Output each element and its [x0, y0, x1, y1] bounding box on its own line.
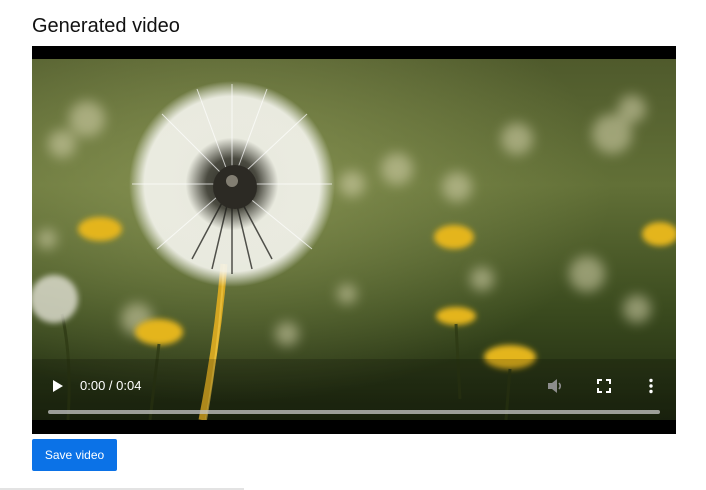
play-icon[interactable] [52, 380, 64, 392]
save-video-button[interactable]: Save video [32, 439, 117, 471]
progress-bar[interactable] [48, 410, 660, 414]
video-frame[interactable] [32, 59, 676, 420]
time-display: 0:00 / 0:04 [80, 378, 142, 393]
more-options-icon[interactable] [642, 377, 660, 395]
fullscreen-icon[interactable] [596, 378, 612, 394]
page-title: Generated video [32, 15, 180, 37]
volume-icon[interactable] [546, 377, 564, 395]
video-player[interactable]: 0:00 / 0:04 [32, 46, 676, 434]
